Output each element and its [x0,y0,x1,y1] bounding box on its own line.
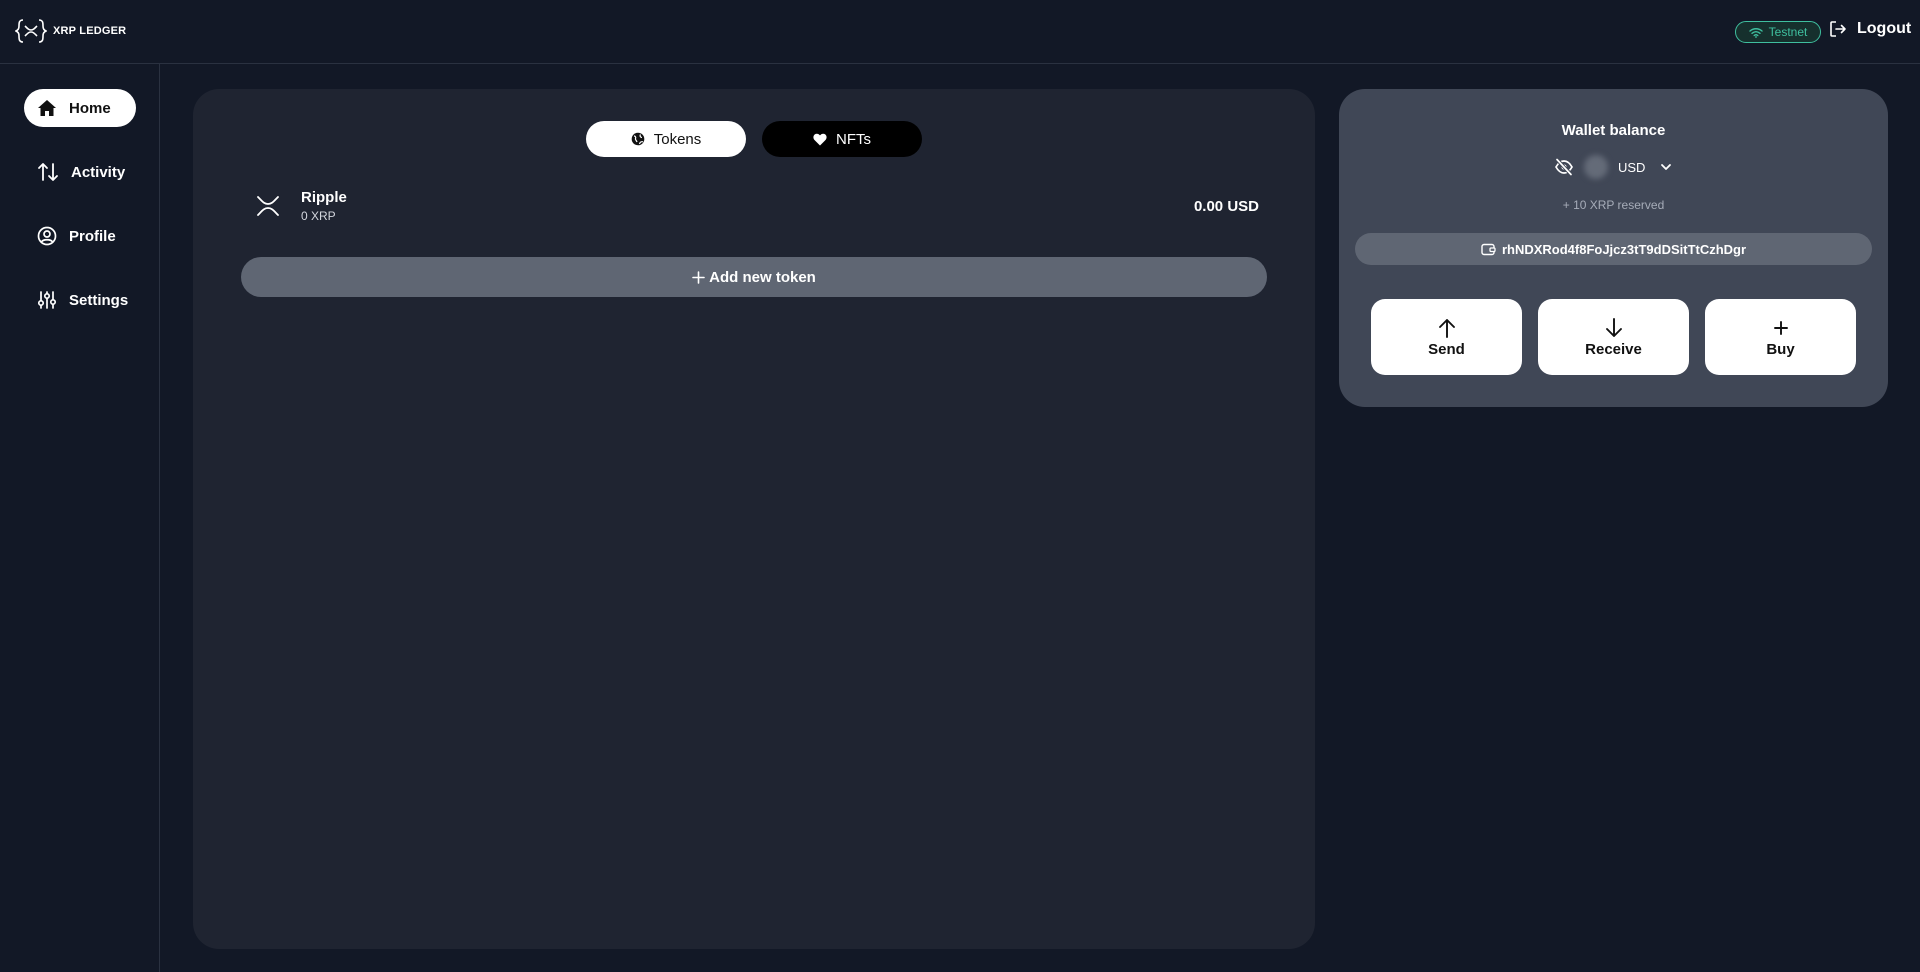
tab-nfts[interactable]: NFTs [762,121,922,157]
logout-icon [1830,21,1846,37]
receive-label: Receive [1585,340,1642,358]
token-row[interactable]: Ripple 0 XRP 0.00 USD [257,189,1259,225]
balance-row: USD [1554,155,1673,179]
asset-tabs: Tokens NFTs [586,121,922,157]
sliders-icon [37,291,57,309]
buy-label: Buy [1766,340,1795,358]
currency-label: USD [1618,159,1646,175]
logout-label: Logout [1857,20,1912,37]
top-bar: XRP LEDGER Testnet Logout [0,0,1920,64]
logout-button[interactable]: Logout [1829,20,1911,38]
token-name: Ripple [301,189,347,206]
sidebar-item-label: Activity [71,163,126,181]
buy-button[interactable]: Buy [1705,299,1856,375]
sidebar-item-home[interactable]: Home [24,89,136,127]
tab-label: NFTs [836,130,871,148]
sidebar-item-profile[interactable]: Profile [24,217,136,255]
wallet-icon [1481,243,1496,255]
receive-button[interactable]: Receive [1538,299,1689,375]
eye-off-icon[interactable] [1554,158,1574,176]
add-token-button[interactable]: Add new token [241,257,1267,297]
plus-icon [692,270,705,284]
tab-label: Tokens [653,130,702,148]
network-label: Testnet [1768,25,1808,39]
sidebar-item-label: Profile [69,227,116,245]
send-label: Send [1428,340,1465,358]
assets-panel: Tokens NFTs Ripple 0 XRP 0.00 USD Add ne… [193,89,1315,949]
network-badge[interactable]: Testnet [1735,21,1821,43]
token-amount: 0 XRP [301,209,336,223]
sidebar-item-label: Home [69,99,111,117]
home-icon [38,100,56,116]
wallet-panel: Wallet balance USD + 10 XRP reserved rhN… [1339,89,1888,407]
sidebar-item-label: Settings [69,291,129,309]
wallet-title: Wallet balance [1561,122,1666,139]
sidebar-item-activity[interactable]: Activity [24,153,136,191]
add-token-label: Add new token [709,268,816,286]
chevron-down-icon[interactable] [1659,162,1673,172]
user-circle-icon [37,226,57,246]
globe-icon [631,132,645,146]
sidebar: Home Activity Profile Settings [0,64,160,972]
heart-icon [813,133,827,145]
token-value: 0.00 USD [1193,198,1259,215]
wifi-icon [1748,27,1763,38]
send-button[interactable]: Send [1371,299,1522,375]
wallet-address-button[interactable]: rhNDXRod4f8FoJjcz3tT9dDSitTtCzhDgr [1355,233,1872,265]
wallet-address: rhNDXRod4f8FoJjcz3tT9dDSitTtCzhDgr [1501,241,1747,257]
hidden-balance [1584,155,1608,179]
sidebar-item-settings[interactable]: Settings [24,281,136,319]
reserved-text: + 10 XRP reserved [1562,198,1665,212]
plus-icon [1773,320,1788,335]
arrow-up-icon [1438,318,1455,338]
xrp-token-icon [257,196,279,216]
xrp-logo-icon [15,19,47,43]
arrow-down-icon [1605,317,1622,337]
arrows-updown-icon [38,163,58,181]
xrp-ledger-logo[interactable]: XRP LEDGER [15,18,126,44]
tab-tokens[interactable]: Tokens [586,121,746,157]
logo-text: XRP LEDGER [53,25,127,37]
